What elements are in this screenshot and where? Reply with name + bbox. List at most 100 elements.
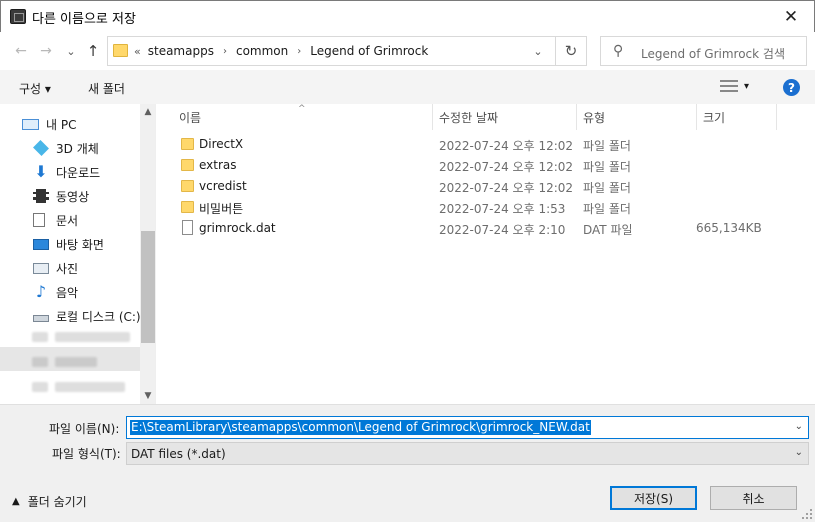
cancel-button[interactable]: 취소: [710, 486, 797, 510]
column-name[interactable]: 이름: [179, 109, 201, 126]
new-folder-button[interactable]: 새 폴더: [88, 80, 125, 97]
file-name: grimrock.dat: [199, 221, 276, 235]
chevron-down-icon[interactable]: ⌄: [795, 421, 803, 432]
sidebar-item-videos[interactable]: 동영상: [33, 184, 155, 208]
folder-icon: [181, 201, 194, 213]
blurred-drive-icon: [32, 357, 48, 367]
breadcrumb-steamapps[interactable]: steamapps: [148, 44, 214, 58]
sidebar-item-label: 음악: [56, 285, 79, 300]
list-item[interactable]: grimrock.dat 2022-07-24 오후 2:10 DAT 파일 6…: [156, 218, 796, 239]
chevron-down-icon[interactable]: ⌄: [795, 447, 803, 458]
blurred-drive-label: [55, 357, 97, 367]
column-divider[interactable]: [576, 104, 577, 130]
file-date: 2022-07-24 오후 1:53: [439, 202, 566, 216]
sidebar-item-label: 바탕 화면: [56, 237, 104, 252]
navigation-bar: ← → ⌄ ↑ « steamapps › common › Legend of…: [0, 32, 815, 70]
drive-icon: [33, 315, 49, 322]
sidebar-item-label: 내 PC: [46, 117, 77, 132]
blurred-drive-icon: [32, 332, 48, 342]
download-icon: ⬇: [34, 162, 48, 181]
breadcrumb-overflow-icon[interactable]: «: [134, 45, 141, 58]
scroll-up-icon[interactable]: ▲: [140, 104, 155, 120]
3d-objects-icon: [33, 140, 49, 156]
column-type[interactable]: 유형: [583, 109, 605, 126]
back-icon[interactable]: ←: [12, 42, 30, 60]
sidebar-item-label: 로컬 디스크 (C:): [56, 309, 141, 324]
picture-icon: [33, 262, 49, 274]
help-icon[interactable]: ?: [783, 79, 800, 96]
breadcrumb-common[interactable]: common: [236, 44, 288, 58]
close-icon[interactable]: ✕: [784, 7, 798, 27]
window-title: 다른 이름으로 저장: [32, 12, 136, 27]
search-placeholder: Legend of Grimrock 검색: [641, 47, 785, 61]
filetype-select[interactable]: DAT files (*.dat) ⌄: [126, 442, 809, 465]
list-item[interactable]: extras 2022-07-24 오후 12:02 파일 폴더: [156, 155, 796, 176]
column-size[interactable]: 크기: [703, 109, 725, 126]
up-folder-icon[interactable]: ↑: [84, 42, 102, 60]
sidebar-item-this-pc[interactable]: 내 PC: [22, 112, 155, 136]
search-input[interactable]: ⚲ Legend of Grimrock 검색: [600, 36, 807, 66]
folder-icon: [181, 159, 194, 171]
file-list-header: 이름 수정한 날짜 유형 크기: [156, 104, 815, 130]
file-icon: [182, 220, 193, 235]
file-type: 파일 폴더: [583, 160, 631, 174]
folder-icon: [181, 180, 194, 192]
sidebar-item-local-disk[interactable]: 로컬 디스크 (C:): [33, 304, 155, 328]
sidebar-item-desktop[interactable]: 바탕 화면: [33, 232, 155, 256]
filename-label: 파일 이름(N):: [49, 422, 120, 436]
save-button[interactable]: 저장(S): [610, 486, 697, 510]
close-button[interactable]: ✕: [768, 1, 814, 32]
sidebar-item-downloads[interactable]: ⬇ 다운로드: [33, 160, 155, 184]
video-icon: [33, 189, 49, 203]
search-icon: ⚲: [613, 43, 624, 59]
view-dropdown-icon[interactable]: ▾: [744, 81, 749, 92]
list-item[interactable]: DirectX 2022-07-24 오후 12:02 파일 폴더: [156, 134, 796, 155]
column-date[interactable]: 수정한 날짜: [439, 109, 498, 126]
desktop-icon: [33, 238, 49, 250]
file-type: 파일 폴더: [583, 181, 631, 195]
file-date: 2022-07-24 오후 2:10: [439, 223, 566, 237]
save-panel: 파일 이름(N): E:\SteamLibrary\steamapps\comm…: [0, 404, 815, 522]
app-icon: [10, 9, 26, 24]
recent-locations-icon[interactable]: ⌄: [62, 42, 80, 60]
file-size: 665,134KB: [696, 221, 762, 235]
chevron-up-icon: ▲: [12, 496, 20, 507]
sidebar-item-3d-objects[interactable]: 3D 개체: [33, 136, 155, 160]
refresh-button[interactable]: ↻: [556, 36, 587, 66]
filetype-value: DAT files (*.dat): [131, 447, 226, 461]
document-icon: [33, 213, 45, 227]
scroll-down-icon[interactable]: ▼: [140, 388, 155, 404]
column-divider[interactable]: [776, 104, 777, 130]
organize-button[interactable]: 구성 ▾: [19, 80, 51, 97]
sidebar-item-pictures[interactable]: 사진: [33, 256, 155, 280]
chevron-right-icon: ›: [297, 45, 302, 57]
hide-folders-button[interactable]: ▲ 폴더 숨기기: [12, 493, 87, 510]
filename-value[interactable]: E:\SteamLibrary\steamapps\common\Legend …: [130, 420, 591, 435]
column-divider[interactable]: [432, 104, 433, 130]
folder-icon: [113, 44, 128, 57]
sidebar-item-documents[interactable]: 문서: [33, 208, 155, 232]
resize-grip-icon[interactable]: [802, 509, 812, 519]
file-name: vcredist: [199, 179, 247, 193]
filename-input[interactable]: E:\SteamLibrary\steamapps\common\Legend …: [126, 416, 809, 439]
view-options-icon[interactable]: [720, 79, 738, 93]
column-divider[interactable]: [696, 104, 697, 130]
file-type: 파일 폴더: [583, 139, 631, 153]
file-date: 2022-07-24 오후 12:02: [439, 139, 574, 153]
file-name: DirectX: [199, 137, 244, 151]
breadcrumb-legend-of-grimrock[interactable]: Legend of Grimrock: [310, 44, 428, 58]
sidebar-scroll-thumb[interactable]: [141, 231, 155, 343]
file-type: 파일 폴더: [583, 202, 631, 216]
list-item[interactable]: 비밀버튼 2022-07-24 오후 1:53 파일 폴더: [156, 197, 796, 218]
address-bar[interactable]: « steamapps › common › Legend of Grimroc…: [107, 36, 556, 66]
sidebar-item-music[interactable]: ♪ 음악: [33, 280, 155, 304]
address-dropdown-icon[interactable]: ⌄: [521, 37, 555, 65]
refresh-icon[interactable]: ↻: [565, 42, 578, 60]
list-item[interactable]: vcredist 2022-07-24 오후 12:02 파일 폴더: [156, 176, 796, 197]
breadcrumb: « steamapps › common › Legend of Grimroc…: [134, 44, 428, 58]
forward-icon[interactable]: →: [37, 42, 55, 60]
filetype-label: 파일 형식(T):: [52, 447, 121, 461]
blurred-drive-label: [55, 382, 125, 392]
blurred-drive-label: [55, 332, 130, 342]
title-bar: 다른 이름으로 저장 ✕: [0, 0, 815, 32]
